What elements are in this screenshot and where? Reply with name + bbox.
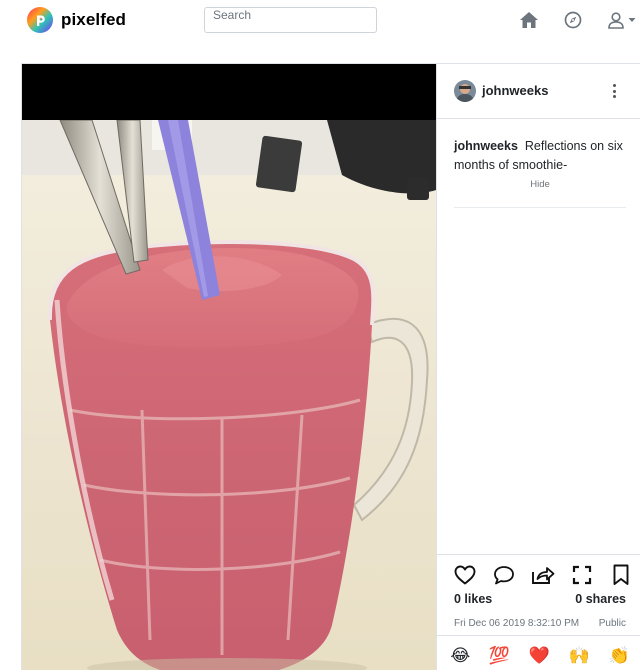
user-icon [607, 12, 624, 29]
home-icon [520, 12, 538, 28]
post-options-button[interactable] [609, 82, 619, 100]
raised-hands-emoji[interactable]: 🙌 [569, 647, 590, 664]
search-input[interactable] [204, 7, 377, 33]
hundred-emoji[interactable]: 💯 [489, 647, 510, 664]
dot [612, 84, 616, 87]
reaction-emoji-row: 😂 💯 ❤️ 🙌 👏 [437, 635, 640, 670]
post-timestamp[interactable]: Fri Dec 06 2019 8:32:10 PM [454, 618, 579, 629]
home-button[interactable] [516, 8, 542, 32]
avatar[interactable] [454, 80, 476, 102]
caret-down-icon [628, 18, 635, 22]
dot [612, 89, 616, 93]
post-sidebar: johnweeks johnweeks Reflections on six m… [436, 64, 640, 670]
user-menu-button[interactable] [604, 8, 638, 32]
heart-emoji[interactable]: ❤️ [529, 647, 550, 664]
post-photo[interactable] [22, 64, 436, 670]
bookmark-icon [613, 564, 629, 585]
heart-icon [454, 565, 476, 585]
post-caption: johnweeks Reflections on six months of s… [454, 137, 624, 175]
brand-name: pixelfed [61, 10, 127, 29]
comment-icon [494, 566, 514, 585]
avatar-image [454, 80, 476, 102]
comment-button[interactable] [492, 563, 516, 587]
hide-caption-link[interactable]: Hide [437, 179, 640, 190]
share-button[interactable] [531, 563, 555, 587]
action-icon-row [453, 563, 633, 587]
post-actions: 0 likes 0 shares Fri Dec 06 2019 8:32:10… [437, 554, 640, 670]
brand-link[interactable]: pixelfed [27, 7, 126, 33]
clapping-emoji[interactable]: 👏 [608, 647, 629, 664]
likes-count[interactable]: 0 likes [454, 592, 492, 606]
divider [454, 207, 626, 208]
bookmark-button[interactable] [609, 563, 633, 587]
explore-button[interactable] [560, 8, 586, 32]
post-username[interactable]: johnweeks [482, 83, 548, 98]
like-button[interactable] [453, 563, 477, 587]
explore-compass-icon [564, 11, 582, 29]
smoothie-photo-image [22, 120, 436, 670]
post-card: johnweeks johnweeks Reflections on six m… [21, 63, 640, 670]
share-icon [532, 567, 555, 584]
pixelfed-logo-icon [27, 7, 53, 33]
nav-icons [516, 8, 640, 32]
laughing-emoji[interactable]: 😂 [450, 647, 470, 664]
expand-icon [572, 565, 592, 585]
post-header: johnweeks [437, 64, 640, 119]
dot [612, 95, 616, 98]
navbar: pixelfed [0, 0, 640, 40]
fullscreen-button[interactable] [570, 563, 594, 587]
shares-count[interactable]: 0 shares [575, 592, 626, 606]
caption-username[interactable]: johnweeks [454, 139, 518, 153]
post-visibility: Public [598, 618, 626, 629]
